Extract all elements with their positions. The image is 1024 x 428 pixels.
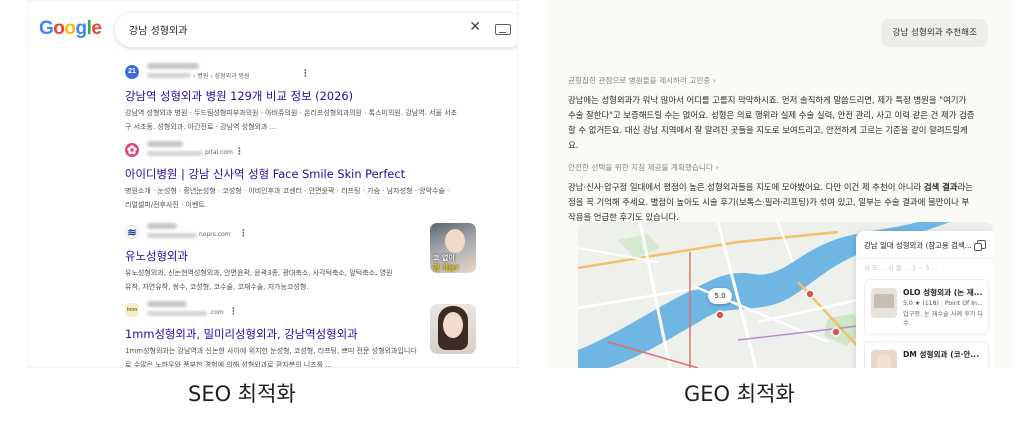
blurred-site-name [147,301,187,307]
place-card[interactable]: DM 성형외과 (코·안... [864,341,989,368]
search-result: ✿ pital.com ⋮ 아이디병원 | 강남 신사역 성형 Face Smi… [125,141,510,211]
map-rating-marker[interactable]: 5.0 [708,288,732,304]
google-header: Google 강남 성형외과 ✕ [29,1,517,53]
thumbnail-face [445,229,465,253]
result-snippet-line: 리얼셀피/전후사진 · 이벤트. [125,201,208,209]
google-logo-letter: o [64,18,76,39]
more-options-icon[interactable]: ⋮ [239,229,248,239]
answer-paragraph: 강남에는 성형외과가 워낙 많아서 어디를 고를지 막막하시죠. 먼저 솔직하게… [568,95,975,150]
site-favicon-icon: ✿ [125,143,139,157]
result-snippet-line: 구 서초동. 성형외과. 아간진료 · 강남역 성형외과 ... [125,123,277,131]
faded-list-text: 서 도 ... 시 들 ... 1 ~ 5 ... [864,264,938,272]
thumbnail-caption: 코 없이 [433,254,455,262]
result-url: › 병원 › 성형외과 병원 [193,73,250,80]
search-result: 21 › 병원 › 성형외과 병원 ⋮ 강남역 성형외과 병원 129개 비교 … [125,63,510,133]
thumbnail-face [443,312,463,338]
blurred-site-name [147,223,177,229]
clear-icon[interactable]: ✕ [469,19,481,35]
places-list-card: 강남 일대 성형외과 (참고용 검색... 서 도 ... 시 들 ... 1 … [856,231,993,368]
map-pin [805,289,815,299]
result-url: pital.com [205,149,233,156]
caption-geo: GEO 최적화 [684,382,795,406]
place-description: 압구정. 눈 재수술 사례 후기 다수. [903,311,984,327]
result-thumbnail[interactable]: 코 없이 경 가능? [430,223,476,273]
place-name: DM 성형외과 (코·안... [903,350,980,359]
result-snippet-line: 병원소개 · 눈성형 · 증년눈성형 · 코성형 · 이비인후과 코센터 · 안… [125,187,450,195]
result-url: noprs.com [199,231,231,238]
blurred-site-name [147,63,199,69]
result-source[interactable]: 21 › 병원 › 성형외과 병원 ⋮ [125,63,510,85]
place-rating: 5.0 ★ (118) · Point Of In... [903,300,983,307]
keyboard-icon[interactable] [495,24,511,35]
map-pin [715,310,725,320]
result-snippet-line: 유노성형외과, 신논현역성형외과, 안면윤곽, 윤곽3종, 광대축소, 사각턱축… [125,269,393,277]
user-prompt-bubble: 강남 성형외과 추천해조 [881,19,988,47]
place-photo [871,350,897,368]
site-favicon-icon: Imm [125,303,139,317]
result-url: .com [209,309,224,316]
place-photo [871,288,897,318]
search-query[interactable]: 강남 성형외과 [129,22,187,37]
place-card[interactable]: OLO 성형외과 (논 재... 5.0 ★ (118) · Point Of … [864,279,989,335]
blurred-url [147,73,191,78]
google-logo[interactable]: Google [39,18,102,40]
answer-emphasis: 검색 결과 [923,182,958,192]
map-widget[interactable]: 5.0 강남 일대 성형외과 (참고용 검색... 서 도 ... 시 들 ..… [578,222,993,368]
ai-answer-panel: 강남 성형외과 추천해조 균형잡힌 관점으로 병원들을 제시하려 고민중 › 강… [548,0,1012,368]
answer-text: 강남·신사·압구정 일대에서 평점이 높은 성형외과들을 지도에 모아봤어요. … [568,182,924,192]
places-title: 강남 일대 성형외과 (참고용 검색... [864,241,972,250]
result-source[interactable]: ✿ pital.com ⋮ [125,141,510,163]
result-snippet-line: 1mm성형외과는 강남역과 신논현 사이에 위치한 눈성형, 코성형, 리프팅,… [125,347,417,355]
result-title[interactable]: 강남역 성형외과 병원 129개 비교 정보 (2026) [125,88,510,104]
site-favicon-icon: ≋ [125,225,139,239]
google-results-panel: Google 강남 성형외과 ✕ 21 › 병원 › 성형외과 병원 ⋮ 강남역… [28,0,518,368]
result-snippet-line: 유착, 자연유착, 쌍수, 코성형, 코수술, 코재수술, 지가능코성형. [125,283,309,291]
blurred-site-name [147,141,183,147]
answer-paragraph: 강남·신사·압구정 일대에서 평점이 높은 성형외과들을 지도에 모아봤어요. … [568,180,976,225]
search-bar[interactable]: 강남 성형외과 ✕ [115,13,517,47]
thumbnail-caption: 경 가능? [433,264,459,272]
google-logo-letter: e [91,18,102,39]
result-snippet-line: 로 수많은 노하우와 풍부한 경험에 의해 성형외과로 환자분의 니즈를 ... [125,361,333,368]
result-snippet-line: 강남역 성형외과 병원 · 두드림성형피부과의원 · 아비쥬의원 · 온리프성형… [125,109,458,117]
map-pin [831,327,841,337]
more-options-icon[interactable]: ⋮ [229,307,238,317]
place-name: OLO 성형외과 (논 재... [903,288,983,297]
reasoning-step[interactable]: 균형잡힌 관점으로 병원들을 제시하려 고민중 › [568,75,716,86]
google-logo-letter: g [75,18,88,39]
more-options-icon[interactable]: ⋮ [235,147,244,157]
reasoning-step[interactable]: 안전한 선택을 위한 지침 제공을 계획했습니다 › [568,162,718,173]
caption-seo: SEO 최적화 [188,382,296,406]
site-favicon-icon: 21 [125,65,139,79]
blurred-url [147,151,203,156]
more-options-icon[interactable]: ⋮ [301,69,310,79]
blurred-url [147,233,197,238]
google-logo-letter: o [53,18,65,39]
result-title[interactable]: 아이디병원 | 강남 신사역 성형 Face Smile Skin Perfec… [125,166,510,182]
copy-icon[interactable] [974,240,986,251]
places-header: 강남 일대 성형외과 (참고용 검색... [856,231,993,259]
comparison-figure: Google 강남 성형외과 ✕ 21 › 병원 › 성형외과 병원 ⋮ 강남역… [0,0,1024,428]
blurred-url [147,311,207,316]
result-thumbnail[interactable] [430,304,476,354]
google-logo-letter: G [39,18,54,39]
